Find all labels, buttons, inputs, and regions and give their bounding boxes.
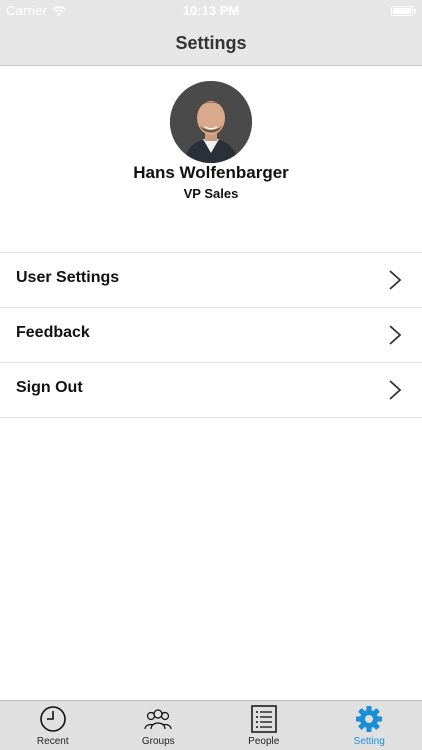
avatar <box>170 81 252 163</box>
menu-item-sign-out[interactable]: Sign Out <box>0 363 422 418</box>
menu-item-label: User Settings <box>16 269 120 286</box>
menu-item-label: Feedback <box>16 324 90 341</box>
tab-people[interactable]: People <box>211 701 317 750</box>
page-title: Settings <box>175 33 247 53</box>
battery-icon <box>391 6 416 16</box>
list-icon <box>251 705 277 733</box>
clock-icon <box>39 706 66 732</box>
status-bar: Carrier 10:13 PM <box>0 0 422 22</box>
chevron-right-icon <box>389 380 402 400</box>
tab-label: Setting <box>353 736 385 747</box>
tab-bar: Recent Groups People Setting <box>0 700 422 750</box>
menu-item-user-settings[interactable]: User Settings <box>0 253 422 308</box>
tab-label: Recent <box>36 736 69 747</box>
tab-groups[interactable]: Groups <box>106 701 212 750</box>
groups-icon <box>144 709 172 730</box>
settings-menu: User Settings Feedback Sign Out <box>0 252 422 418</box>
navigation-bar: Settings <box>0 22 422 66</box>
tab-label: Groups <box>141 736 175 747</box>
profile-name: Hans Wolfenbarger <box>133 163 289 182</box>
chevron-right-icon <box>389 325 402 345</box>
tab-recent[interactable]: Recent <box>0 701 106 750</box>
gear-icon <box>356 706 383 732</box>
menu-item-label: Sign Out <box>16 379 83 396</box>
chevron-right-icon <box>389 270 402 290</box>
profile-job-title: VP Sales <box>183 186 239 201</box>
menu-item-feedback[interactable]: Feedback <box>0 308 422 363</box>
tab-setting[interactable]: Setting <box>317 701 422 750</box>
status-time: 10:13 PM <box>182 3 240 18</box>
tab-label: People <box>248 736 280 747</box>
